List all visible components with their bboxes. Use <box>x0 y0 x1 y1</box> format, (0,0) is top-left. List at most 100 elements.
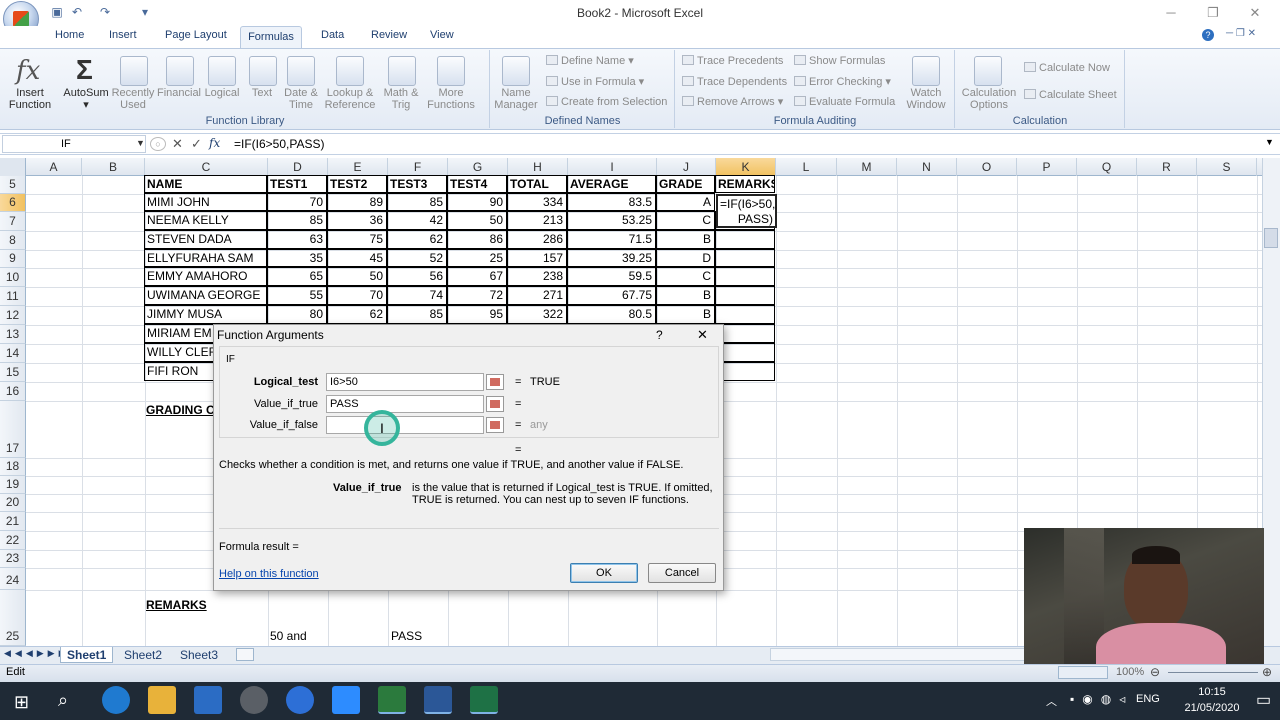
column-header-c[interactable]: C <box>145 158 268 176</box>
value-if-false-input[interactable] <box>326 416 484 434</box>
word-app-icon[interactable] <box>424 686 452 714</box>
score-cell[interactable]: 45 <box>327 249 387 267</box>
header-cell-grade[interactable]: GRADE <box>656 175 715 193</box>
score-cell[interactable]: 50 <box>447 211 507 230</box>
row-header-5[interactable]: 5 <box>0 176 26 194</box>
calculate-sheet-button[interactable]: Calculate Sheet <box>1024 88 1117 102</box>
score-cell[interactable]: 25 <box>447 249 507 267</box>
tab-view[interactable]: View <box>430 29 454 41</box>
name-cell[interactable]: NEEMA KELLY <box>144 211 267 230</box>
column-header-e[interactable]: E <box>328 158 388 176</box>
score-cell[interactable]: 70 <box>267 193 327 211</box>
column-header-n[interactable]: N <box>897 158 957 176</box>
column-header-s[interactable]: S <box>1197 158 1257 176</box>
tab-formulas[interactable]: Formulas <box>240 26 302 48</box>
name-cell[interactable]: EMMY AMAHORO <box>144 267 267 286</box>
criteria-cell[interactable]: 50 and <box>270 628 307 645</box>
header-cell-test2[interactable]: TEST2 <box>327 175 387 193</box>
header-cell-name[interactable]: NAME <box>144 175 267 193</box>
sheet-tab-sheet1[interactable]: Sheet1 <box>60 647 114 663</box>
score-cell[interactable]: 53.25 <box>567 211 656 230</box>
windows-start-icon[interactable]: ⊞ <box>14 692 29 713</box>
criteria-result-cell[interactable]: PASS <box>391 628 422 645</box>
column-header-h[interactable]: H <box>508 158 568 176</box>
row-header-6[interactable]: 6 <box>0 194 26 212</box>
row-header-20[interactable]: 20 <box>0 494 26 512</box>
date-time-button[interactable]: Date & Time <box>278 87 324 111</box>
score-cell[interactable]: B <box>656 305 715 324</box>
score-cell[interactable]: C <box>656 267 715 286</box>
column-header-m[interactable]: M <box>837 158 897 176</box>
score-cell[interactable]: 238 <box>507 267 567 286</box>
score-cell[interactable]: B <box>656 286 715 305</box>
row-header-25[interactable]: 25 <box>0 590 26 646</box>
score-cell[interactable]: 213 <box>507 211 567 230</box>
column-header-p[interactable]: P <box>1017 158 1077 176</box>
calculate-now-button[interactable]: Calculate Now <box>1024 61 1110 75</box>
score-cell[interactable]: 85 <box>387 305 447 324</box>
remarks-cell[interactable] <box>715 362 775 381</box>
row-header-10[interactable]: 10 <box>0 268 26 287</box>
row-header-18[interactable]: 18 <box>0 458 26 476</box>
header-cell-test1[interactable]: TEST1 <box>267 175 327 193</box>
calculation-options-button[interactable]: Calculation Options <box>958 87 1020 111</box>
score-cell[interactable]: 70 <box>327 286 387 305</box>
remarks-cell[interactable] <box>715 267 775 286</box>
remarks-cell[interactable] <box>715 230 775 249</box>
column-header-r[interactable]: R <box>1137 158 1197 176</box>
row-header-11[interactable]: 11 <box>0 287 26 306</box>
remarks-cell[interactable] <box>715 324 775 343</box>
header-cell-test4[interactable]: TEST4 <box>447 175 507 193</box>
restore-icon[interactable]: ❐ <box>1198 5 1228 21</box>
remove-arrows-button[interactable]: Remove Arrows ▾ <box>682 95 783 109</box>
row-header-22[interactable]: 22 <box>0 531 26 550</box>
logical-test-input[interactable]: I6>50 <box>326 373 484 391</box>
row-header-9[interactable]: 9 <box>0 250 26 268</box>
lookup-reference-button[interactable]: Lookup & Reference <box>320 87 380 111</box>
zoom-app-icon[interactable] <box>332 686 360 714</box>
taskbar-time[interactable]: 10:15 <box>1182 686 1242 698</box>
close-icon[interactable]: ✕ <box>1240 5 1270 21</box>
column-header-b[interactable]: B <box>82 158 145 176</box>
score-cell[interactable]: 71.5 <box>567 230 656 249</box>
score-cell[interactable]: 157 <box>507 249 567 267</box>
row-header-13[interactable]: 13 <box>0 325 26 344</box>
score-cell[interactable]: 59.5 <box>567 267 656 286</box>
score-cell[interactable]: 75 <box>327 230 387 249</box>
value-if-false-collapse-icon[interactable] <box>486 417 504 433</box>
excel-app-icon[interactable] <box>470 686 498 714</box>
edge-icon[interactable] <box>102 686 130 714</box>
name-cell[interactable]: STEVEN DADA <box>144 230 267 249</box>
app-icon[interactable] <box>240 686 268 714</box>
column-header-q[interactable]: Q <box>1077 158 1137 176</box>
active-cell-k6[interactable]: =IF(I6>50, PASS) <box>716 194 777 228</box>
name-box[interactable]: IF <box>2 135 146 153</box>
score-cell[interactable]: 286 <box>507 230 567 249</box>
autosum-button[interactable]: AutoSum ▾ <box>60 87 112 111</box>
row-header-14[interactable]: 14 <box>0 344 26 363</box>
remarks-cell[interactable] <box>715 343 775 362</box>
tab-home[interactable]: Home <box>55 29 84 41</box>
file-explorer-icon[interactable] <box>148 686 176 714</box>
tab-page-layout[interactable]: Page Layout <box>165 29 227 41</box>
row-header-21[interactable]: 21 <box>0 512 26 531</box>
score-cell[interactable]: 80.5 <box>567 305 656 324</box>
row-header-17[interactable]: 17 <box>0 401 26 458</box>
score-cell[interactable]: 50 <box>327 267 387 286</box>
remarks-cell[interactable] <box>715 305 775 324</box>
dialog-help-icon[interactable]: ? <box>656 328 663 342</box>
tab-data[interactable]: Data <box>321 29 344 41</box>
logical-button[interactable]: Logical <box>198 87 246 99</box>
score-cell[interactable]: 42 <box>387 211 447 230</box>
column-header-g[interactable]: G <box>448 158 508 176</box>
name-cell[interactable]: ELLYFURAHA SAM <box>144 249 267 267</box>
enter-entry-icon[interactable]: ✓ <box>191 136 202 152</box>
name-manager-button[interactable]: Name Manager <box>492 87 540 111</box>
column-header-d[interactable]: D <box>268 158 328 176</box>
score-cell[interactable]: 334 <box>507 193 567 211</box>
more-functions-button[interactable]: More Functions <box>422 87 480 111</box>
name-box-dropdown-icon[interactable]: ▼ <box>136 138 145 148</box>
score-cell[interactable]: 62 <box>387 230 447 249</box>
recently-used-button[interactable]: Recently Used <box>108 87 158 111</box>
column-header-f[interactable]: F <box>388 158 448 176</box>
